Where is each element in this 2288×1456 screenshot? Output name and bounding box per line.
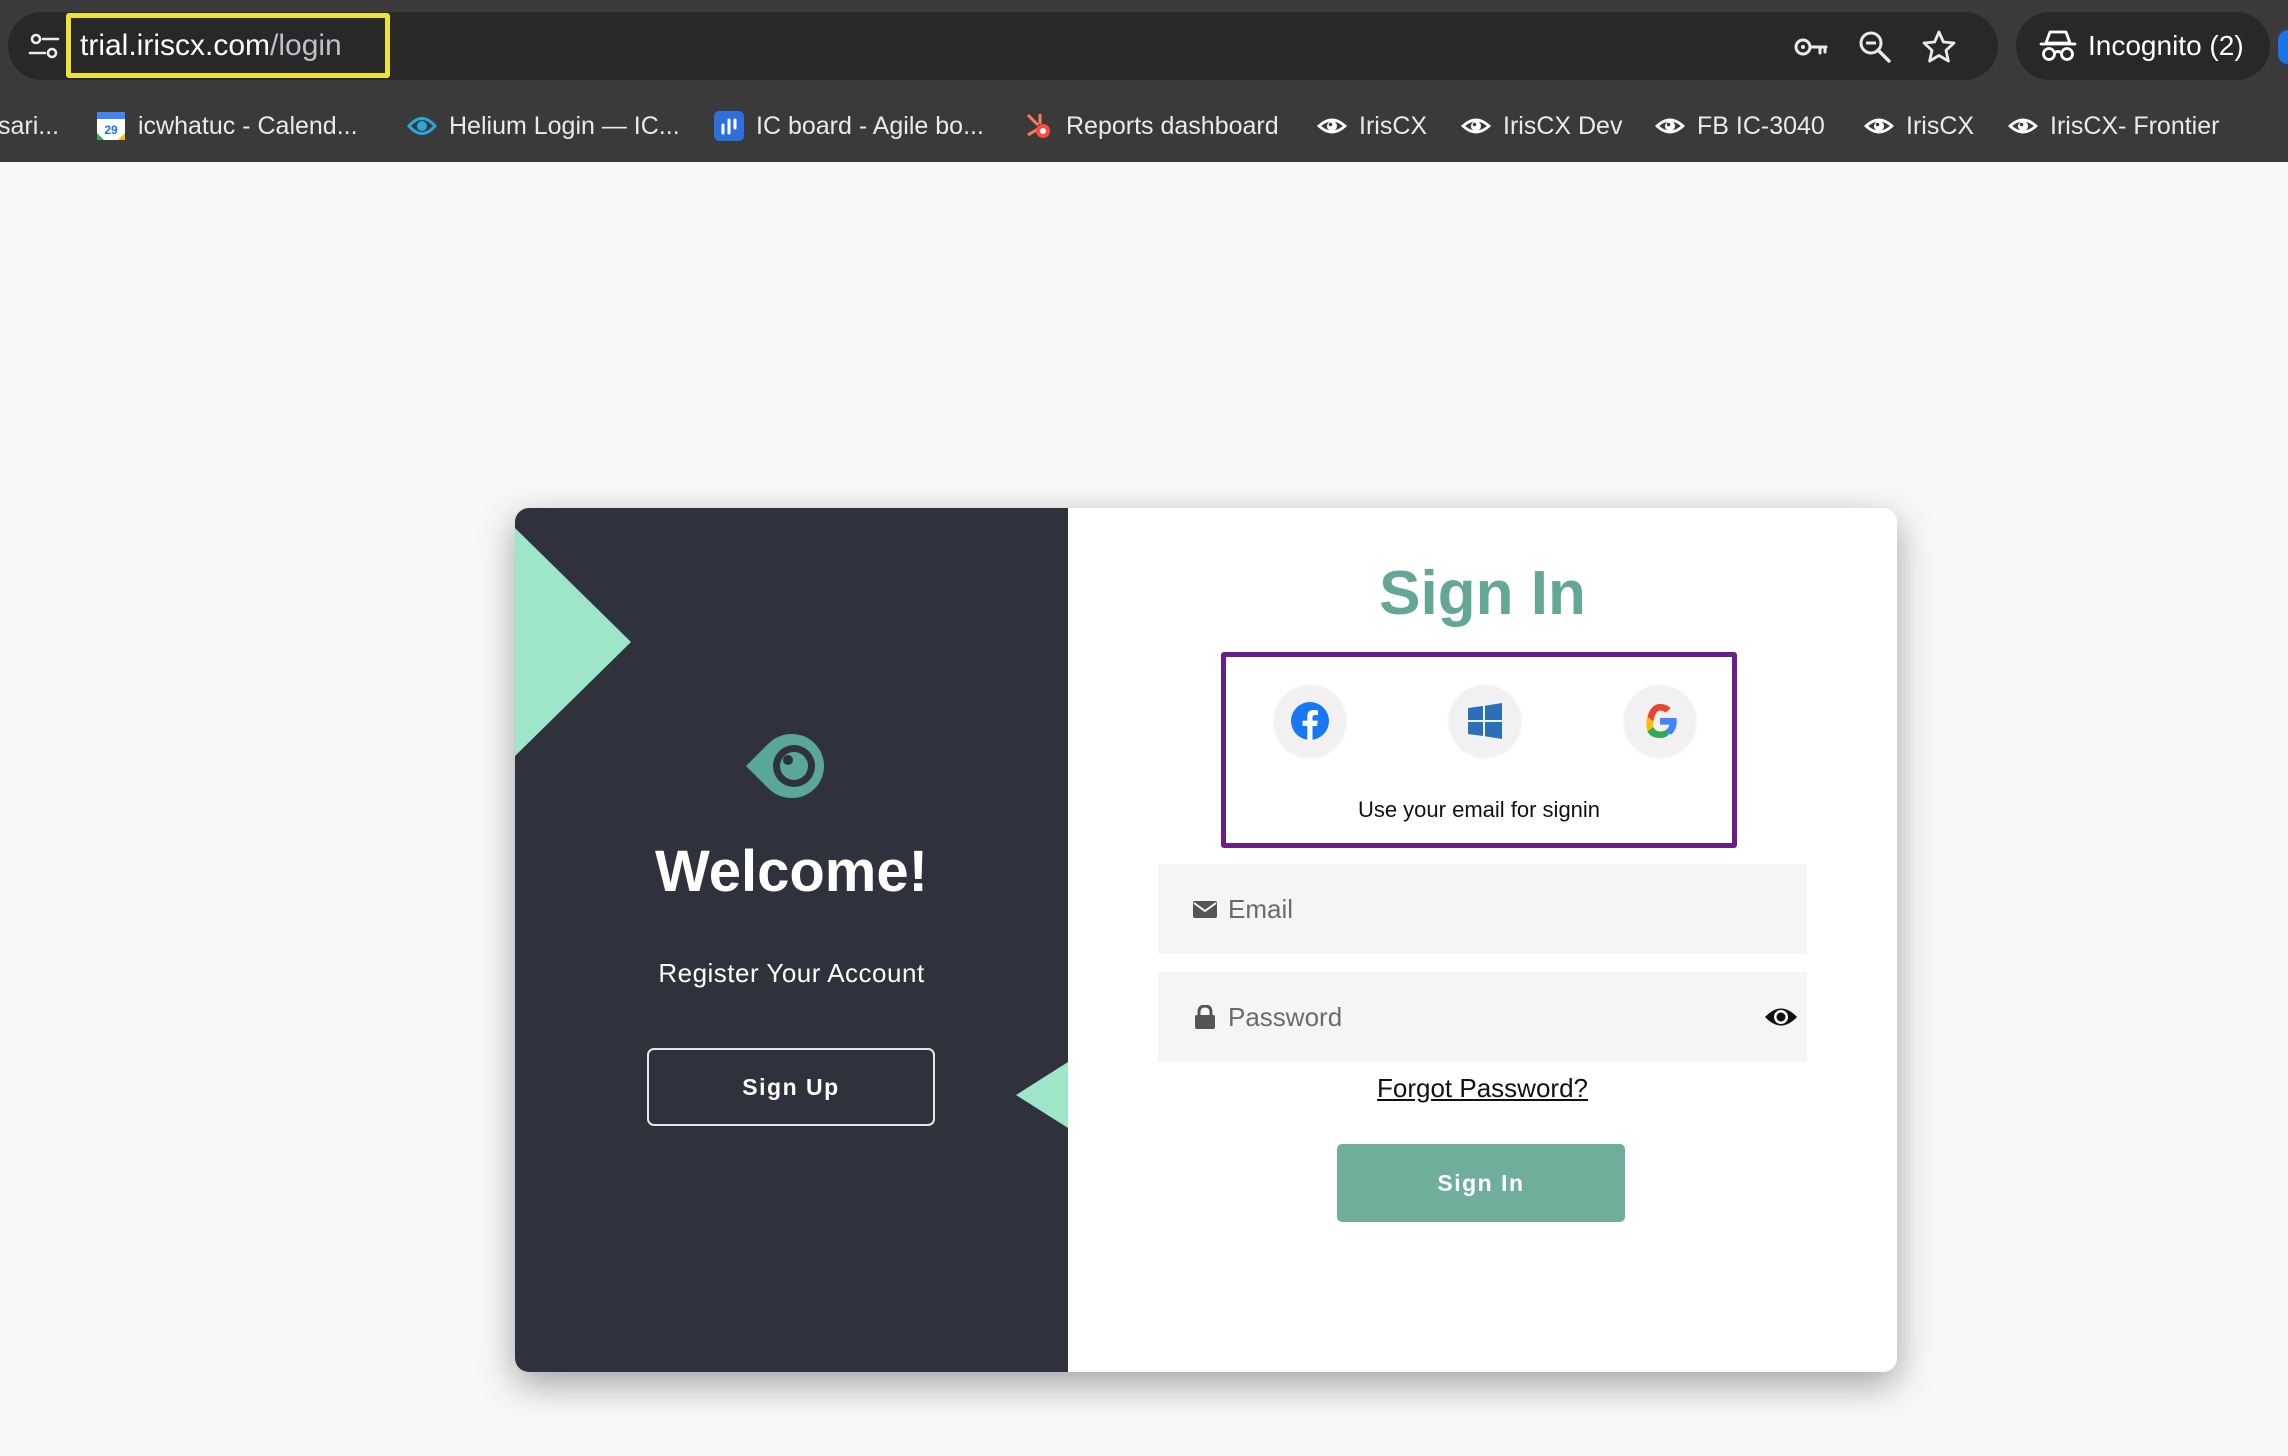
social-login-note: Use your email for signin	[1357, 797, 1601, 822]
sign-in-button[interactable]: Sign In	[1337, 1144, 1625, 1222]
facebook-icon	[1291, 702, 1329, 740]
bookmarks-bar: sari... 29 icwhatuc - Calend... Helium L…	[0, 100, 2288, 150]
social-login-group: Use your email for signin	[1221, 652, 1737, 848]
login-card: Welcome! Register Your Account Sign Up S…	[515, 508, 1897, 1372]
bookmark-item[interactable]: Reports dashboard	[1024, 108, 1279, 144]
url-highlight-annotation	[66, 13, 390, 78]
incognito-label: Incognito (2)	[2088, 30, 2244, 61]
zoom-icon[interactable]	[1856, 28, 1894, 66]
sign-in-title: Sign In	[1379, 559, 1586, 628]
decorative-triangle	[515, 528, 631, 756]
microsoft-login-button[interactable]	[1449, 685, 1521, 757]
key-icon[interactable]	[1792, 28, 1830, 66]
bookmark-item[interactable]: sari...	[0, 108, 59, 144]
incognito-icon	[2039, 30, 2077, 61]
register-subtitle: Register Your Account	[658, 958, 925, 988]
bookmark-item[interactable]: Helium Login — IC...	[407, 108, 680, 144]
iris-eye-icon	[1864, 118, 1894, 134]
calendar-icon: 29	[97, 112, 125, 140]
iris-eye-icon	[1461, 118, 1491, 134]
email-field	[1158, 864, 1807, 954]
iris-eye-icon	[1655, 118, 1685, 134]
browser-chrome: trial.iriscx.com/login Incognito (2) sar…	[0, 0, 2288, 162]
bookmark-item[interactable]: IrisCX- Frontier	[2008, 108, 2219, 144]
address-bar[interactable]: trial.iriscx.com/login	[8, 12, 1998, 80]
decorative-triangle	[1016, 1062, 1068, 1128]
lock-icon	[1195, 1005, 1215, 1029]
bookmark-label: IrisCX Dev	[1503, 111, 1623, 140]
google-icon	[1646, 704, 1677, 738]
bookmark-item[interactable]: IrisCX	[1317, 108, 1427, 144]
envelope-icon	[1193, 901, 1217, 918]
star-icon[interactable]	[1920, 28, 1958, 66]
sign-up-button[interactable]: Sign Up	[647, 1048, 935, 1126]
forgot-password-link[interactable]: Forgot Password?	[1068, 1073, 1897, 1104]
bookmark-label: sari...	[0, 111, 60, 140]
bookmark-item[interactable]: 29 icwhatuc - Calend...	[96, 108, 358, 144]
google-login-button[interactable]	[1624, 685, 1696, 757]
iris-eye-icon	[2008, 118, 2038, 134]
bookmark-item[interactable]: IrisCX Dev	[1461, 108, 1622, 144]
password-field	[1158, 972, 1807, 1062]
bookmark-label: IrisCX	[1359, 111, 1428, 140]
bookmark-label: icwhatuc - Calend...	[138, 111, 358, 140]
welcome-panel: Welcome! Register Your Account Sign Up	[515, 508, 1068, 1372]
profile-edge	[2278, 30, 2288, 64]
incognito-button[interactable]: Incognito (2)	[2016, 12, 2270, 80]
bookmark-label: IC board - Agile bo...	[756, 111, 984, 140]
bookmark-label: FB IC-3040	[1697, 111, 1825, 140]
email-input[interactable]	[1228, 864, 1768, 954]
bookmark-item[interactable]: FB IC-3040	[1655, 108, 1825, 144]
welcome-heading: Welcome!	[655, 839, 928, 904]
iris-eye-icon	[1317, 118, 1347, 134]
bookmark-item[interactable]: IrisCX	[1864, 108, 1974, 144]
iriscx-logo-icon	[746, 734, 824, 798]
bookmark-label: IrisCX	[1906, 111, 1975, 140]
show-password-eye-icon[interactable]	[1764, 1004, 1798, 1030]
helium-icon	[407, 117, 437, 135]
jira-icon	[714, 111, 744, 141]
bookmark-label: Helium Login — IC...	[449, 111, 680, 140]
calendar-day: 29	[104, 123, 118, 137]
bookmark-label: IrisCX- Frontier	[2050, 111, 2220, 140]
bookmark-label: Reports dashboard	[1066, 111, 1279, 140]
hubspot-icon	[1026, 113, 1050, 138]
site-settings-icon[interactable]	[26, 28, 62, 64]
bookmark-item[interactable]: IC board - Agile bo...	[714, 108, 984, 144]
sign-in-panel: Sign In Use your email for signin Email …	[1068, 508, 1897, 1372]
password-input[interactable]	[1228, 972, 1768, 1062]
facebook-login-button[interactable]	[1274, 685, 1346, 757]
windows-icon	[1468, 703, 1502, 739]
